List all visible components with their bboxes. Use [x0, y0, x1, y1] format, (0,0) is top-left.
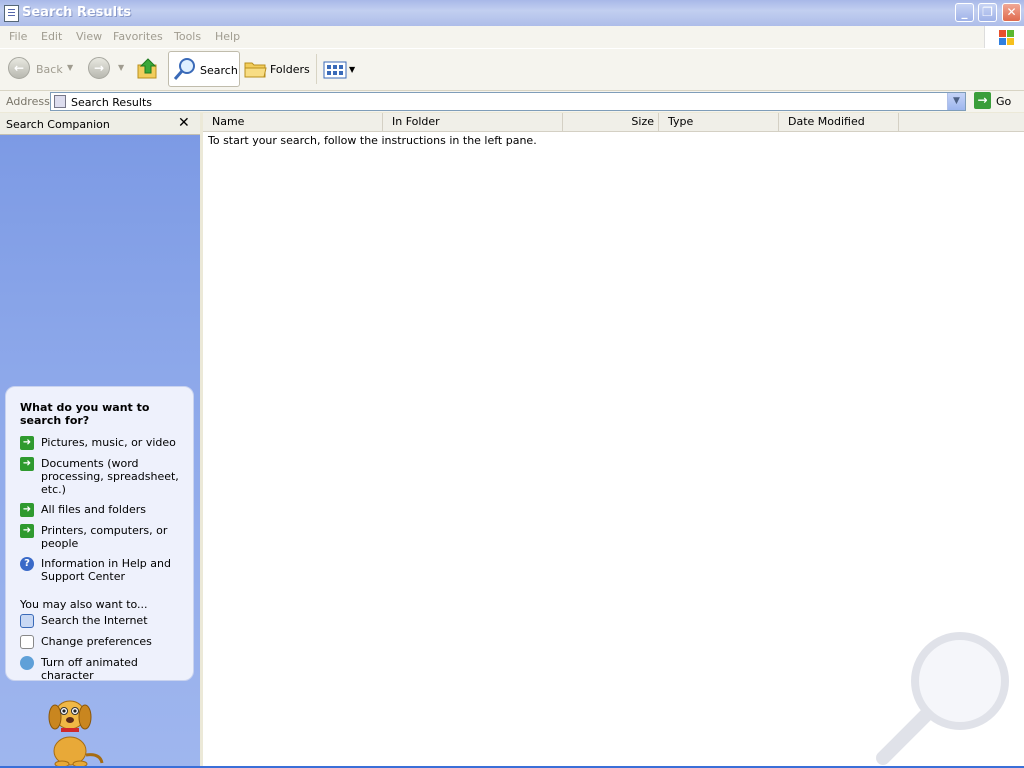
- empty-results-message: To start your search, follow the instruc…: [208, 134, 537, 147]
- option-help-support[interactable]: ? Information in Help and Support Center: [20, 557, 190, 584]
- rover-dog-character[interactable]: [40, 693, 110, 768]
- option-label: Printers, computers, or people: [41, 524, 168, 550]
- also-label: Search the Internet: [41, 614, 148, 627]
- folders-button[interactable]: Folders: [242, 51, 312, 87]
- restore-button[interactable]: ❐: [978, 3, 997, 22]
- back-arrow-icon: ←: [8, 57, 30, 79]
- green-arrow-icon: ➜: [20, 436, 34, 450]
- menu-favorites[interactable]: Favorites: [113, 30, 163, 43]
- also-label: Change preferences: [41, 635, 152, 648]
- search-label: Search: [200, 64, 238, 77]
- address-bar: Address Search Results ▼: [0, 91, 1024, 112]
- forward-dropdown-icon[interactable]: ▼: [118, 63, 124, 72]
- green-arrow-icon: ➜: [20, 524, 34, 538]
- views-dropdown-icon[interactable]: ▼: [349, 65, 355, 74]
- column-size[interactable]: Size: [563, 113, 659, 131]
- forward-arrow-icon: →: [88, 57, 110, 79]
- column-date-modified[interactable]: Date Modified: [779, 113, 899, 131]
- folders-icon: [244, 62, 267, 78]
- minimize-icon: _: [961, 5, 968, 19]
- internet-search-icon: [20, 614, 34, 628]
- views-button[interactable]: ▼: [322, 51, 358, 87]
- address-input[interactable]: Search Results ▼: [50, 92, 966, 111]
- menu-bar: File Edit View Favorites Tools Help: [0, 26, 1024, 49]
- go-arrow-icon[interactable]: →: [974, 92, 991, 109]
- title-bar: Search Results _ ❐ ✕: [0, 0, 1024, 26]
- preferences-checklist-icon: [20, 635, 34, 649]
- back-label: Back: [36, 63, 63, 76]
- close-icon: ✕: [1006, 5, 1017, 19]
- menu-view[interactable]: View: [76, 30, 102, 43]
- option-label: All files and folders: [41, 503, 146, 516]
- change-preferences-link[interactable]: Change preferences: [20, 635, 190, 649]
- option-printers-computers-people[interactable]: ➜ Printers, computers, or people: [20, 524, 190, 551]
- search-results-icon: [54, 95, 66, 108]
- column-type[interactable]: Type: [659, 113, 779, 131]
- turn-off-character-link[interactable]: Turn off animated character: [20, 656, 190, 682]
- menu-edit[interactable]: Edit: [41, 30, 62, 43]
- address-dropdown-icon[interactable]: ▼: [947, 93, 965, 110]
- also-label: Turn off animated character: [41, 656, 138, 682]
- menu-file[interactable]: File: [9, 30, 27, 43]
- toolbar: ← Back ▼ → ▼ Search Folders ▼: [0, 49, 1024, 91]
- up-folder-button[interactable]: [134, 51, 162, 87]
- close-button[interactable]: ✕: [1002, 3, 1021, 22]
- minimize-button[interactable]: _: [955, 3, 974, 22]
- green-arrow-icon: ➜: [20, 457, 34, 471]
- green-arrow-icon: ➜: [20, 503, 34, 517]
- toolbar-separator: [316, 54, 317, 84]
- back-dropdown-icon[interactable]: ▼: [67, 63, 73, 72]
- option-label: Documents (word processing, spreadsheet,…: [41, 457, 179, 496]
- search-companion-pane: Search Companion ✕ What do you want to s…: [0, 113, 200, 768]
- address-label: Address: [6, 95, 50, 108]
- folders-label: Folders: [270, 63, 310, 76]
- option-label: Pictures, music, or video: [41, 436, 176, 449]
- up-folder-icon: [137, 58, 157, 79]
- results-list: Name In Folder Size Type Date Modified T…: [203, 113, 1024, 768]
- globe-icon: [20, 656, 34, 670]
- search-options-heading: What do you want to search for?: [20, 401, 150, 427]
- windows-logo-icon: [984, 26, 1024, 48]
- column-header-row: Name In Folder Size Type Date Modified: [203, 113, 1024, 132]
- also-want-heading: You may also want to...: [20, 598, 148, 611]
- go-button[interactable]: Go: [996, 95, 1011, 108]
- back-button[interactable]: ← Back ▼: [4, 51, 76, 87]
- column-name[interactable]: Name: [203, 113, 383, 131]
- search-options-bubble: What do you want to search for? ➜ Pictur…: [5, 386, 194, 682]
- option-all-files[interactable]: ➜ All files and folders: [20, 503, 190, 517]
- search-icon: [173, 58, 195, 80]
- window-title: Search Results: [22, 5, 132, 20]
- forward-button[interactable]: → ▼: [84, 51, 129, 87]
- address-value: Search Results: [71, 96, 153, 109]
- restore-icon: ❐: [982, 5, 993, 19]
- search-button[interactable]: Search: [168, 51, 240, 87]
- help-icon: ?: [20, 557, 34, 571]
- menu-tools[interactable]: Tools: [174, 30, 201, 43]
- search-companion-header: Search Companion ✕: [0, 113, 200, 135]
- option-documents[interactable]: ➜ Documents (word processing, spreadshee…: [20, 457, 190, 497]
- menu-help[interactable]: Help: [215, 30, 240, 43]
- search-companion-title: Search Companion: [6, 118, 110, 131]
- magnifier-watermark-icon: [876, 632, 1009, 765]
- option-label: Information in Help and Support Center: [41, 557, 171, 583]
- option-pictures-music-video[interactable]: ➜ Pictures, music, or video: [20, 436, 190, 450]
- search-internet-link[interactable]: Search the Internet: [20, 614, 190, 628]
- close-pane-icon[interactable]: ✕: [178, 115, 190, 131]
- window-icon: [4, 5, 19, 22]
- views-icon: [323, 61, 347, 79]
- column-in-folder[interactable]: In Folder: [383, 113, 563, 131]
